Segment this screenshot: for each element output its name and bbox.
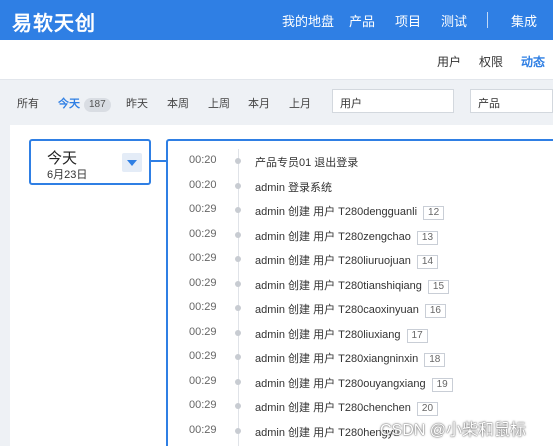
event-description[interactable]: admin 创建 用户 T280xiangninxin bbox=[255, 353, 418, 365]
nav-product[interactable]: 产品 bbox=[349, 11, 375, 30]
subnav-activity[interactable]: 动态 bbox=[521, 53, 545, 70]
timeline-item: 00:20 产品专员01 退出登录 bbox=[168, 151, 553, 171]
timeline-item: 00:29 admin 创建 用户 T280liuxiang 17 bbox=[168, 323, 553, 343]
event-description[interactable]: admin 创建 用户 T280hengyu bbox=[255, 427, 399, 439]
event-description[interactable]: admin 创建 用户 T280liuxiang bbox=[255, 329, 401, 341]
event-text: admin 创建 用户 T280zengchao 13 bbox=[255, 228, 439, 245]
product-select[interactable]: 产品 bbox=[470, 89, 553, 113]
nav-divider bbox=[487, 12, 488, 28]
event-description: 产品专员01 退出登录 bbox=[255, 157, 359, 169]
event-description[interactable]: admin 创建 用户 T280chenchen bbox=[255, 402, 411, 414]
event-description[interactable]: admin 创建 用户 T280liuruojuan bbox=[255, 255, 411, 267]
event-object-id[interactable]: 17 bbox=[406, 329, 428, 343]
timeline-item: 00:29 admin 创建 用户 T280zengchao 13 bbox=[168, 225, 553, 245]
nav-integration[interactable]: 集成 bbox=[511, 11, 537, 30]
timeline-list: 00:20 产品专员01 退出登录 00:20 admin 登录系统 00:29… bbox=[166, 139, 553, 446]
date-group-day: 今天 bbox=[47, 150, 78, 167]
timeline-dot-icon bbox=[235, 305, 241, 311]
timeline-dot-icon bbox=[235, 281, 241, 287]
event-time: 00:29 bbox=[189, 350, 217, 362]
event-text: admin 创建 用户 T280liuruojuan 14 bbox=[255, 252, 439, 269]
event-time: 00:29 bbox=[189, 399, 217, 411]
event-text: admin 创建 用户 T280chenchen 20 bbox=[255, 399, 439, 416]
event-object-id[interactable]: 18 bbox=[424, 353, 446, 367]
timeline-item: 00:29 admin 创建 用户 T280dengguanli 12 bbox=[168, 200, 553, 220]
timeline-item: 00:29 admin 创建 用户 T280tianshiqiang 15 bbox=[168, 274, 553, 294]
event-object-id[interactable]: 14 bbox=[416, 255, 439, 269]
user-select[interactable]: 用户 bbox=[332, 89, 454, 113]
timeline-item: 00:29 admin 创建 用户 T280caoxinyuan 16 bbox=[168, 298, 553, 318]
nav-my-space[interactable]: 我的地盘 bbox=[282, 11, 334, 30]
timeline-item: 00:29 admin 创建 用户 T280ouyangxiang 19 bbox=[168, 372, 553, 392]
timeline-item: 00:29 admin 创建 用户 T280liuruojuan 14 bbox=[168, 249, 553, 269]
today-count-badge: 187 bbox=[84, 98, 111, 112]
event-text: 产品专员01 退出登录 bbox=[255, 154, 358, 170]
csdn-watermark: CSDN @小柴和鼠标 bbox=[380, 422, 527, 439]
filter-tab-all[interactable]: 所有 bbox=[17, 95, 39, 111]
collapse-toggle-icon[interactable] bbox=[122, 153, 142, 172]
filter-tab-last-week[interactable]: 上周 bbox=[208, 95, 230, 111]
filter-tab-this-month[interactable]: 本月 bbox=[248, 95, 270, 111]
event-description[interactable]: admin 创建 用户 T280caoxinyuan bbox=[255, 304, 419, 316]
timeline-dot-icon bbox=[235, 256, 241, 262]
event-text: admin 创建 用户 T280dengguanli 12 bbox=[255, 203, 445, 220]
event-time: 00:29 bbox=[189, 203, 217, 215]
event-time: 00:29 bbox=[189, 228, 217, 240]
date-group-date: 6月23日 bbox=[47, 169, 88, 181]
event-time: 00:29 bbox=[189, 301, 217, 313]
timeline-dot-icon bbox=[235, 207, 241, 213]
nav-test[interactable]: 测试 bbox=[441, 11, 467, 30]
event-text: admin 登录系统 bbox=[255, 179, 332, 195]
event-object-id[interactable]: 15 bbox=[427, 280, 450, 294]
event-text: admin 创建 用户 T280tianshiqiang 15 bbox=[255, 277, 450, 294]
filter-tab-yesterday[interactable]: 昨天 bbox=[126, 95, 148, 111]
timeline-dot-icon bbox=[235, 232, 241, 238]
brand-logo[interactable]: 易软天创 bbox=[12, 7, 96, 36]
event-time: 00:29 bbox=[189, 424, 217, 436]
filter-tab-this-week[interactable]: 本周 bbox=[167, 95, 189, 111]
filter-tab-today[interactable]: 今天 187 bbox=[58, 95, 111, 112]
subnav-users[interactable]: 用户 bbox=[437, 53, 461, 70]
event-description: admin 登录系统 bbox=[255, 182, 333, 194]
timeline-item: 00:29 admin 创建 用户 T280xiangninxin 18 bbox=[168, 347, 553, 367]
nav-project[interactable]: 项目 bbox=[395, 11, 421, 30]
event-text: admin 创建 用户 T280caoxinyuan 16 bbox=[255, 301, 446, 318]
event-text: admin 创建 用户 T280liuxiang 17 bbox=[255, 326, 428, 343]
filter-tab-last-month[interactable]: 上月 bbox=[289, 95, 311, 111]
subnav-permissions[interactable]: 权限 bbox=[479, 53, 503, 70]
timeline-item: 00:29 admin 创建 用户 T280chenchen 20 bbox=[168, 396, 553, 416]
event-time: 00:29 bbox=[189, 326, 217, 338]
event-time: 00:29 bbox=[189, 252, 217, 264]
event-time: 00:20 bbox=[189, 154, 217, 166]
event-object-id[interactable]: 20 bbox=[416, 402, 439, 416]
filter-tab-today-label: 今天 bbox=[58, 98, 80, 110]
timeline-dot-icon bbox=[235, 403, 241, 409]
timeline-connector bbox=[151, 160, 167, 162]
top-navbar: 易软天创 我的地盘 产品 项目 测试 集成 bbox=[0, 0, 553, 40]
timeline-dot-icon bbox=[235, 183, 241, 189]
sub-navbar: 用户 权限 动态 bbox=[0, 40, 553, 80]
date-group-card[interactable]: 今天 6月23日 bbox=[29, 139, 151, 185]
event-object-id[interactable]: 19 bbox=[431, 378, 453, 392]
timeline-dot-icon bbox=[235, 158, 241, 164]
event-time: 00:20 bbox=[189, 179, 217, 191]
event-description[interactable]: admin 创建 用户 T280zengchao bbox=[255, 231, 411, 243]
timeline-dot-icon bbox=[235, 354, 241, 360]
timeline-item: 00:20 admin 登录系统 bbox=[168, 176, 553, 196]
event-object-id[interactable]: 16 bbox=[424, 304, 446, 318]
event-description[interactable]: admin 创建 用户 T280tianshiqiang bbox=[255, 280, 422, 292]
event-time: 00:29 bbox=[189, 375, 217, 387]
timeline-dot-icon bbox=[235, 330, 241, 336]
event-object-id[interactable]: 13 bbox=[416, 231, 439, 245]
timeline-dot-icon bbox=[235, 428, 241, 434]
event-object-id[interactable]: 12 bbox=[423, 206, 445, 220]
timeline-dot-icon bbox=[235, 379, 241, 385]
event-time: 00:29 bbox=[189, 277, 217, 289]
event-description[interactable]: admin 创建 用户 T280ouyangxiang bbox=[255, 378, 426, 390]
event-text: admin 创建 用户 T280ouyangxiang 19 bbox=[255, 375, 453, 392]
event-description[interactable]: admin 创建 用户 T280dengguanli bbox=[255, 206, 417, 218]
event-text: admin 创建 用户 T280hengyu bbox=[255, 424, 399, 440]
event-text: admin 创建 用户 T280xiangninxin 18 bbox=[255, 350, 446, 367]
